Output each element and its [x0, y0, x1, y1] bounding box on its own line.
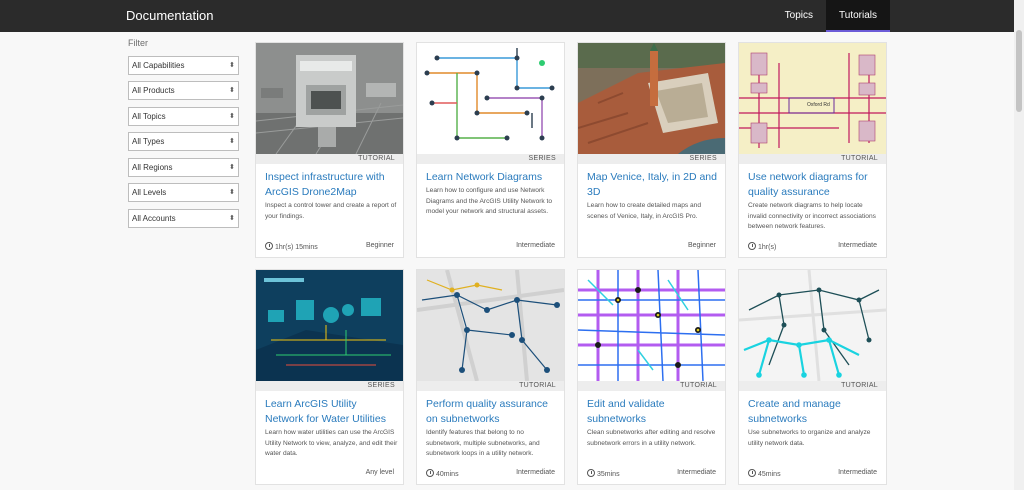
card-level: Beginner — [365, 242, 394, 249]
card-duration: 40mins — [426, 469, 459, 478]
subnetwork-create-icon — [739, 270, 886, 381]
tutorial-card[interactable]: TUTORIAL Create and manage subnetworks U… — [738, 269, 887, 485]
select-arrows-icon: ⬍ — [229, 138, 235, 145]
content-type-badge: TUTORIAL — [739, 154, 886, 164]
subnetwork-errors-icon — [578, 270, 725, 381]
card-description: Learn how to create detailed maps and sc… — [587, 202, 701, 220]
select-value: All Regions — [132, 163, 173, 172]
tutorial-card[interactable]: TUTORIAL Inspect infrastructure with Arc… — [255, 42, 404, 258]
accounts-select[interactable]: All Accounts ⬍ — [128, 209, 239, 228]
card-title-link[interactable]: Inspect infrastructure with ArcGIS Drone… — [265, 170, 397, 200]
card-duration: 45mins — [748, 469, 781, 478]
clock-icon — [426, 469, 434, 477]
card-title-link[interactable]: Perform quality assurance on subnetworks — [426, 397, 558, 427]
select-arrows-icon: ⬍ — [229, 215, 235, 222]
tutorial-card[interactable]: TUTORIAL Perform quality assurance on su… — [416, 269, 565, 485]
select-value: All Topics — [132, 112, 166, 121]
venice-scene-icon — [578, 43, 725, 154]
brand-title[interactable]: Documentation — [126, 8, 213, 23]
nav-topics[interactable]: Topics — [772, 0, 826, 32]
clock-icon — [587, 469, 595, 477]
top-bar: Documentation Topics Tutorials — [0, 0, 1014, 32]
card-title-link[interactable]: Create and manage subnetworks — [748, 397, 880, 427]
content-type-badge: SERIES — [578, 154, 725, 164]
select-value: All Types — [132, 137, 165, 146]
tutorial-card[interactable]: TUTORIAL Edit and validate subnetworks C… — [577, 269, 726, 485]
types-select[interactable]: All Types ⬍ — [128, 132, 239, 151]
page-scrollbar[interactable] — [1014, 0, 1024, 490]
clock-icon — [748, 242, 756, 250]
card-level: Intermediate — [838, 469, 877, 476]
card-description: Clean subnetworks after editing and reso… — [587, 429, 716, 447]
main-nav: Topics Tutorials — [772, 0, 890, 32]
select-arrows-icon: ⬍ — [229, 62, 235, 69]
card-description: Create network diagrams to help locate i… — [748, 202, 876, 230]
clock-icon — [748, 469, 756, 477]
content-type-badge: TUTORIAL — [256, 154, 403, 164]
water-system-icon — [256, 270, 403, 381]
filter-heading: Filter — [128, 38, 148, 48]
qa-diagram-icon: Oxford Rd — [739, 43, 886, 154]
select-arrows-icon: ⬍ — [229, 189, 235, 196]
card-title-link[interactable]: Learn Network Diagrams — [426, 170, 558, 185]
card-level: Beginner — [687, 242, 716, 249]
svg-text:Oxford Rd: Oxford Rd — [807, 102, 830, 108]
card-level: Intermediate — [516, 469, 555, 476]
card-description: Learn how water utilities can use the Ar… — [265, 429, 398, 457]
card-duration: 1hr(s) — [748, 242, 776, 251]
tutorial-card[interactable]: SERIES Learn Network Diagrams Learn how … — [416, 42, 565, 258]
network-diagram-icon — [417, 43, 564, 154]
card-description: Inspect a control tower and create a rep… — [265, 202, 397, 220]
card-level: Intermediate — [677, 469, 716, 476]
content-type-badge: TUTORIAL — [578, 381, 725, 391]
card-title-link[interactable]: Use network diagrams for quality assuran… — [748, 170, 880, 200]
select-value: All Products — [132, 86, 175, 95]
tutorial-card[interactable]: Oxford Rd TUTORIAL Use network diagrams … — [738, 42, 887, 258]
drone-photo-icon — [256, 43, 403, 154]
duration-text: 1hr(s) 15mins — [275, 244, 318, 251]
content-type-badge: TUTORIAL — [739, 381, 886, 391]
nav-tutorials[interactable]: Tutorials — [826, 0, 890, 32]
card-level: Any level — [365, 469, 394, 476]
capabilities-select[interactable]: All Capabilities ⬍ — [128, 56, 239, 75]
subnetwork-map-icon — [417, 270, 564, 381]
card-title-link[interactable]: Learn ArcGIS Utility Network for Water U… — [265, 397, 397, 427]
select-arrows-icon: ⬍ — [229, 113, 235, 120]
card-level: Intermediate — [516, 242, 555, 249]
select-value: All Accounts — [132, 214, 176, 223]
card-title-link[interactable]: Edit and validate subnetworks — [587, 397, 719, 427]
select-arrows-icon: ⬍ — [229, 87, 235, 94]
scrollbar-thumb[interactable] — [1016, 30, 1022, 112]
card-duration: 35mins — [587, 469, 620, 478]
select-value: All Levels — [132, 188, 167, 197]
clock-icon — [265, 242, 273, 250]
regions-select[interactable]: All Regions ⬍ — [128, 158, 239, 177]
card-level: Intermediate — [838, 242, 877, 249]
duration-text: 1hr(s) — [758, 244, 777, 251]
duration-text: 45mins — [758, 471, 781, 478]
card-description: Learn how to configure and use Network D… — [426, 187, 553, 215]
card-description: Use subnetworks to organize and analyze … — [748, 429, 871, 447]
levels-select[interactable]: All Levels ⬍ — [128, 183, 239, 202]
duration-text: 40mins — [436, 471, 459, 478]
select-arrows-icon: ⬍ — [229, 164, 235, 171]
content-type-badge: SERIES — [256, 381, 403, 391]
card-title-link[interactable]: Map Venice, Italy, in 2D and 3D — [587, 170, 719, 200]
content-type-badge: TUTORIAL — [417, 381, 564, 391]
tutorial-card[interactable]: SERIES Map Venice, Italy, in 2D and 3D L… — [577, 42, 726, 258]
topics-select[interactable]: All Topics ⬍ — [128, 107, 239, 126]
duration-text: 35mins — [597, 471, 620, 478]
card-duration: 1hr(s) 15mins — [265, 242, 318, 251]
card-description: Identify features that belong to no subn… — [426, 429, 540, 457]
tutorial-card[interactable]: SERIES Learn ArcGIS Utility Network for … — [255, 269, 404, 485]
content-type-badge: SERIES — [417, 154, 564, 164]
select-value: All Capabilities — [132, 61, 185, 70]
products-select[interactable]: All Products ⬍ — [128, 81, 239, 100]
